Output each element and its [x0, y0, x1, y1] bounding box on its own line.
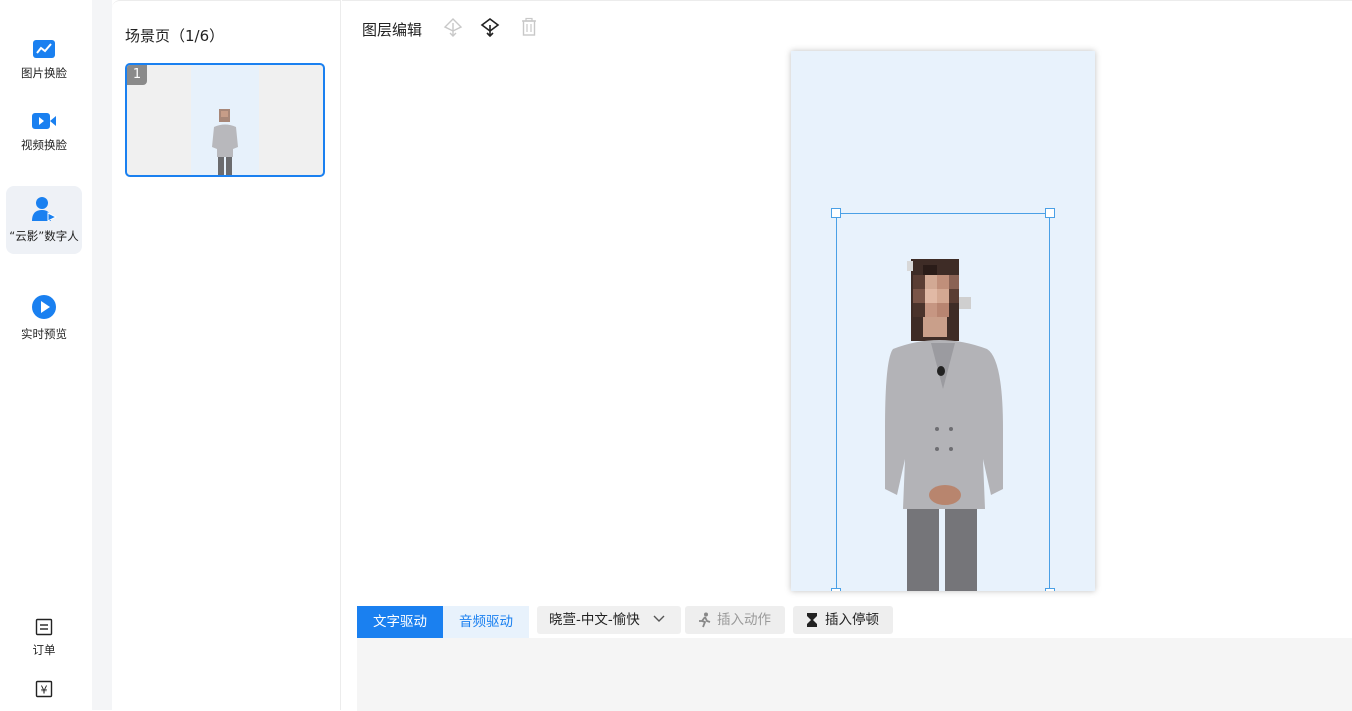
nav-item-label: 图片换脸	[21, 66, 67, 80]
insert-action-button[interactable]: 插入动作	[685, 606, 785, 634]
scene-thumbnail[interactable]: 1	[125, 63, 325, 177]
nav-item-label: “云影”数字人	[9, 229, 79, 243]
scene-thumbnail-avatar	[212, 109, 238, 175]
insert-pause-label: 插入停顿	[825, 612, 879, 628]
digital-human-icon	[32, 197, 57, 222]
play-circle-icon	[32, 295, 56, 319]
main-editor: 图层编辑 文字驱动 音频驱动 晓萱-中文-愉快 插入动作 插入停顿	[342, 0, 1352, 711]
scene-number-badge: 1	[127, 65, 147, 85]
tab-text-drive[interactable]: 文字驱动	[357, 606, 443, 638]
layer-edit-title: 图层编辑	[362, 21, 423, 39]
chevron-down-icon	[653, 615, 665, 622]
preview-canvas[interactable]	[791, 51, 1095, 591]
scene-panel: 场景页（1/6） 1	[112, 0, 341, 710]
voice-select[interactable]: 晓萱-中文-愉快	[537, 606, 681, 634]
resize-handle-top-right[interactable]	[1045, 208, 1055, 218]
nav-item-video-faceswap[interactable]: 视频换脸	[6, 98, 82, 166]
nav-item-label: 实时预览	[21, 327, 67, 341]
nav-item-label: 视频换脸	[21, 138, 67, 152]
drive-mode-tabs: 文字驱动 音频驱动	[357, 606, 529, 638]
resize-handle-bottom-right[interactable]	[1045, 588, 1055, 591]
selection-box[interactable]	[831, 208, 1055, 591]
image-chart-icon	[33, 40, 55, 58]
nav-item-billing[interactable]: ¥	[6, 676, 82, 710]
resize-handle-bottom-left[interactable]	[831, 588, 841, 591]
running-person-icon	[699, 612, 711, 628]
order-list-icon	[35, 618, 53, 636]
insert-action-label: 插入动作	[717, 612, 771, 628]
nav-item-realtime-preview[interactable]: 实时预览	[6, 284, 82, 352]
svg-text:¥: ¥	[41, 684, 48, 697]
resize-handle-top-left[interactable]	[831, 208, 841, 218]
logo-icon	[30, 0, 54, 4]
nav-item-orders[interactable]: 订单	[6, 608, 82, 668]
video-camera-icon	[32, 113, 56, 129]
nav-item-image-faceswap[interactable]: 图片换脸	[6, 26, 82, 94]
voice-select-value: 晓萱-中文-愉快	[549, 612, 640, 628]
left-navigation: 图片换脸 视频换脸 “云影”数字人 实时预览 订单 ¥	[0, 0, 92, 710]
yen-icon: ¥	[35, 680, 53, 698]
nav-item-digital-human[interactable]: “云影”数字人	[6, 186, 82, 254]
tab-audio-drive[interactable]: 音频驱动	[443, 606, 529, 638]
panel-gutter	[92, 0, 112, 710]
hourglass-icon	[807, 613, 817, 627]
script-text-area[interactable]	[357, 638, 1352, 711]
move-down-layer-icon[interactable]	[479, 16, 501, 38]
scene-panel-title: 场景页（1/6）	[125, 27, 225, 45]
nav-item-label: 订单	[32, 643, 56, 657]
insert-pause-button[interactable]: 插入停顿	[793, 606, 893, 634]
trash-icon[interactable]	[518, 16, 540, 38]
move-up-layer-icon[interactable]	[442, 16, 464, 38]
